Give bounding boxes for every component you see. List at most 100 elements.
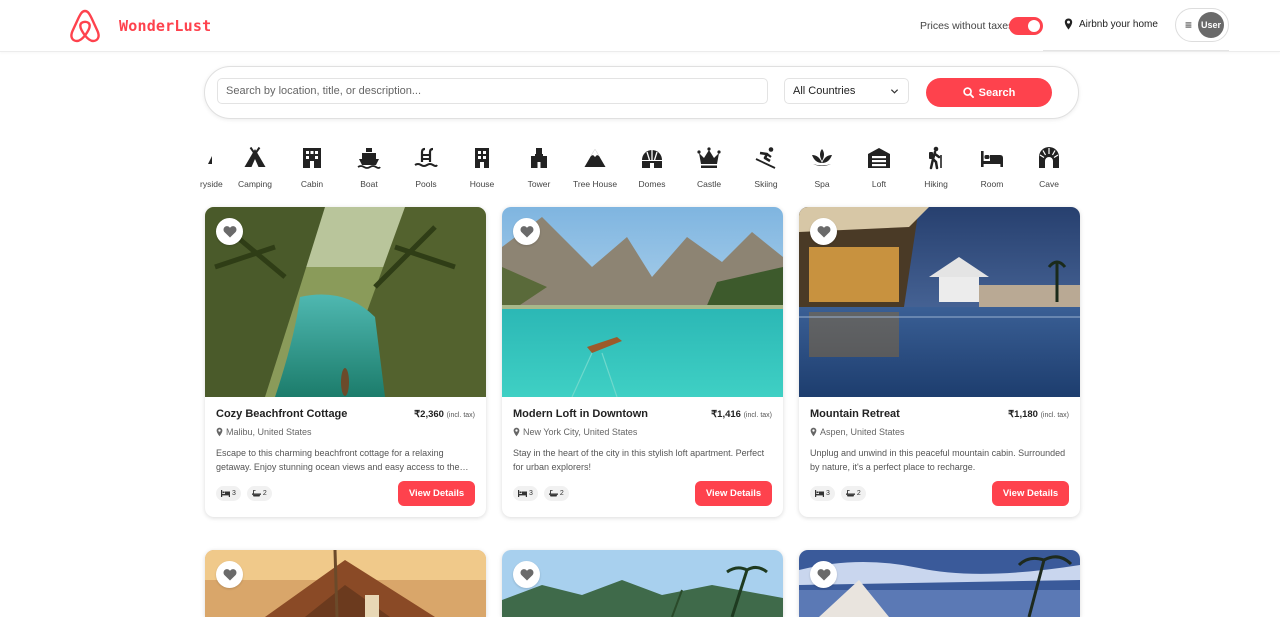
filter-tower[interactable]: Tower — [511, 146, 567, 189]
dome-icon — [642, 150, 662, 168]
filter-room[interactable]: Room — [964, 146, 1020, 189]
listing-image — [205, 550, 486, 617]
wishlist-button[interactable] — [513, 218, 540, 245]
filter-label: Spa — [814, 179, 830, 189]
listing-card[interactable]: Modern Loft in Downtown ₹1,416 (incl. ta… — [502, 207, 783, 517]
filter-hiking[interactable]: Hiking — [908, 146, 964, 189]
wishlist-button[interactable] — [810, 218, 837, 245]
listing-image — [205, 207, 486, 397]
listing-photo[interactable] — [502, 207, 783, 397]
wishlist-button[interactable] — [216, 218, 243, 245]
price-value: ₹1,180 — [1008, 409, 1038, 420]
hiking-icon — [929, 146, 942, 170]
bath-icon — [845, 490, 855, 497]
listing-description: Unplug and unwind in this peaceful mount… — [810, 448, 1066, 472]
brand-name[interactable]: WonderLust — [119, 17, 211, 35]
bath-icon — [548, 490, 558, 497]
filter-skiing[interactable]: Skiing — [738, 146, 794, 189]
filter-camping[interactable]: Camping — [227, 146, 283, 189]
listing-photo[interactable] — [205, 207, 486, 397]
tax-note: (incl. tax) — [743, 412, 772, 419]
listing-card[interactable] — [502, 550, 783, 617]
listing-photo[interactable] — [799, 207, 1080, 397]
filter-tree-house[interactable]: Tree House — [567, 146, 623, 189]
price-value: ₹1,416 — [711, 409, 741, 420]
beds-count: 3 — [826, 490, 830, 497]
filter-label: Hiking — [924, 179, 948, 189]
beds-count: 3 — [232, 490, 236, 497]
amenity-badges: 3 2 — [216, 486, 272, 501]
listing-photo[interactable] — [205, 550, 486, 617]
filter-countryside[interactable]: Countryside — [200, 146, 228, 189]
location-text: Malibu, United States — [226, 427, 312, 437]
hamburger-icon: ≡ — [1185, 18, 1193, 32]
listing-price: ₹2,360 (incl. tax) — [414, 409, 475, 420]
toggle-knob — [1028, 20, 1040, 32]
filter-castle[interactable]: Castle — [681, 146, 737, 189]
listing-photo[interactable] — [799, 550, 1080, 617]
filter-loft[interactable]: Loft — [851, 146, 907, 189]
baths-count: 2 — [262, 490, 267, 497]
listing-image — [502, 550, 783, 617]
filter-pools[interactable]: Pools — [398, 146, 454, 189]
listing-title: Cozy Beachfront Cottage — [216, 408, 348, 420]
chevron-down-icon — [890, 89, 899, 94]
listing-card[interactable] — [205, 550, 486, 617]
tower-icon — [531, 148, 547, 168]
filter-domes[interactable]: Domes — [624, 146, 680, 189]
filter-label: Boat — [360, 179, 378, 189]
listing-price: ₹1,180 (incl. tax) — [1008, 409, 1069, 420]
location-text: New York City, United States — [523, 427, 638, 437]
pool-icon — [414, 147, 438, 167]
listing-card[interactable]: Mountain Retreat ₹1,180 (incl. tax) Aspe… — [799, 207, 1080, 517]
map-pin-icon — [513, 427, 520, 437]
tax-note: (incl. tax) — [1040, 412, 1069, 419]
wishlist-button[interactable] — [216, 561, 243, 588]
bed-icon — [518, 490, 527, 497]
bed-icon — [221, 490, 230, 497]
wishlist-button[interactable] — [513, 561, 540, 588]
baths-count: 2 — [856, 490, 861, 497]
view-details-button[interactable]: View Details — [992, 481, 1069, 506]
filter-cabin[interactable]: Cabin — [284, 146, 340, 189]
listing-image — [799, 207, 1080, 397]
filter-cave[interactable]: Cave — [1021, 146, 1077, 189]
map-pin-icon — [1064, 18, 1073, 30]
filter-label: Domes — [638, 179, 666, 189]
tax-note: (incl. tax) — [446, 412, 475, 419]
baths-badge: 2 — [840, 486, 866, 501]
beds-count: 3 — [529, 490, 533, 497]
filter-label: Cave — [1039, 179, 1059, 189]
heart-icon — [817, 569, 830, 581]
skiing-icon — [755, 147, 776, 169]
map-pin-icon — [810, 427, 817, 437]
price-value: ₹2,360 — [414, 409, 444, 420]
listing-card[interactable] — [799, 550, 1080, 617]
host-link[interactable]: Airbnb your home — [1064, 18, 1158, 30]
filter-label: Skiing — [754, 179, 778, 189]
heart-icon — [223, 226, 236, 238]
heart-icon — [520, 226, 533, 238]
airbnb-logo-icon[interactable] — [68, 8, 102, 44]
filter-spa[interactable]: Spa — [794, 146, 850, 189]
baths-count: 2 — [559, 490, 564, 497]
filter-boat[interactable]: Boat — [341, 146, 397, 189]
avatar: User — [1198, 12, 1224, 38]
filter-house[interactable]: House — [454, 146, 510, 189]
amenity-badges: 3 2 — [513, 486, 569, 501]
listing-description: Stay in the heart of the city in this st… — [513, 448, 765, 472]
tax-toggle[interactable] — [1009, 17, 1043, 35]
filter-label: Cabin — [300, 179, 324, 189]
baths-badge: 2 — [543, 486, 569, 501]
search-button[interactable]: Search — [926, 78, 1052, 107]
mountain-icon — [584, 149, 606, 167]
view-details-button[interactable]: View Details — [398, 481, 475, 506]
listing-card[interactable]: Cozy Beachfront Cottage ₹2,360 (incl. ta… — [205, 207, 486, 517]
wishlist-button[interactable] — [810, 561, 837, 588]
search-input[interactable] — [217, 78, 768, 104]
user-menu-button[interactable]: ≡ User — [1175, 8, 1229, 42]
country-select[interactable]: All Countries — [784, 78, 909, 104]
bed-icon — [981, 151, 1003, 167]
view-details-button[interactable]: View Details — [695, 481, 772, 506]
listing-photo[interactable] — [502, 550, 783, 617]
